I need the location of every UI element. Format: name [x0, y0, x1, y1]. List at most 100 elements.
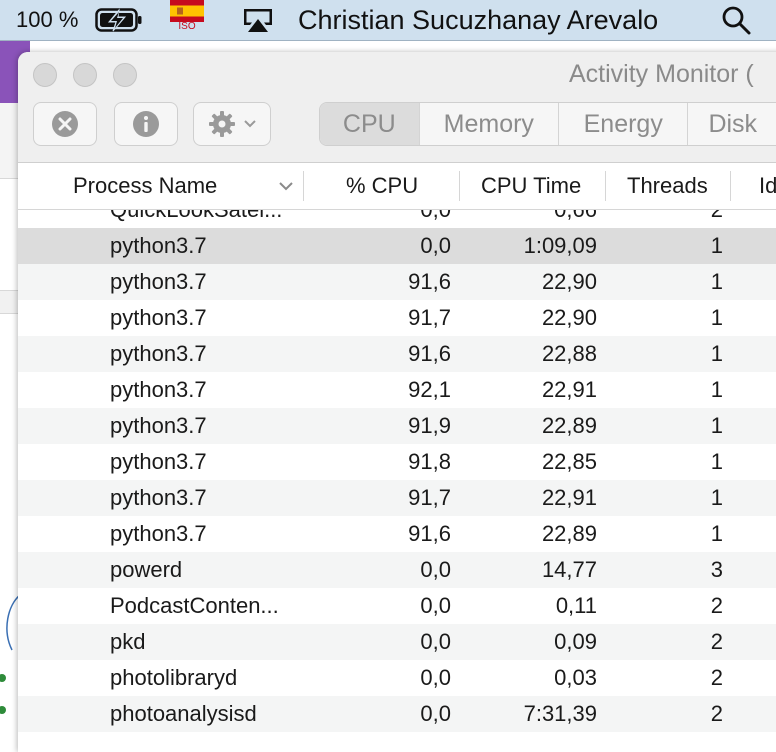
cpu-time-cell: 0,66 — [554, 210, 597, 228]
action-menu-button[interactable] — [193, 102, 271, 146]
table-row[interactable]: python3.7 91,7 22,90 1 — [18, 300, 776, 336]
process-table: QuickLookSatel... 0,0 0,66 2 python3.7 0… — [18, 210, 776, 752]
cpu-time-cell: 22,91 — [541, 377, 597, 402]
stop-x-icon — [52, 111, 78, 137]
inspect-process-button[interactable] — [114, 102, 178, 146]
table-row[interactable]: python3.7 92,1 22,91 1 — [18, 372, 776, 408]
cpu-percent-cell: 0,0 — [420, 557, 451, 582]
column-divider[interactable] — [730, 171, 731, 201]
process-name-cell: pkd — [110, 629, 146, 654]
table-row[interactable]: powerd 0,0 14,77 3 — [18, 552, 776, 588]
process-name-cell: PodcastConten... — [110, 593, 279, 618]
column-header-process-name[interactable]: Process Name — [73, 163, 217, 209]
column-header-cpu[interactable]: % CPU — [346, 163, 418, 209]
column-header-cpu-time[interactable]: CPU Time — [481, 163, 581, 209]
process-name-cell: python3.7 — [110, 521, 207, 546]
table-row[interactable]: QuickLookSatel... 0,0 0,66 2 — [18, 210, 776, 228]
cpu-percent-cell: 91,6 — [408, 341, 451, 366]
cpu-percent-cell: 91,7 — [408, 305, 451, 330]
flag-label: ISO — [178, 21, 196, 32]
table-row[interactable]: python3.7 91,6 22,89 1 — [18, 516, 776, 552]
cpu-percent-cell: 91,8 — [408, 449, 451, 474]
threads-cell: 1 — [710, 521, 723, 546]
stop-process-button[interactable] — [33, 102, 97, 146]
cpu-time-cell: 14,77 — [541, 557, 597, 582]
process-name-cell: photoanalysisd — [110, 701, 257, 726]
column-divider[interactable] — [303, 171, 304, 201]
toolbar: Activity Monitor (CPU Memory Energy Dis… — [18, 52, 776, 163]
process-name-cell: python3.7 — [110, 341, 207, 366]
cpu-time-cell: 22,90 — [541, 305, 597, 330]
cpu-percent-cell: 91,6 — [408, 269, 451, 294]
cpu-time-cell: 22,90 — [541, 269, 597, 294]
cpu-percent-cell: 0,0 — [420, 701, 451, 726]
cpu-percent-cell: 0,0 — [420, 629, 451, 654]
table-row[interactable]: python3.7 91,8 22,85 1 — [18, 444, 776, 480]
table-row[interactable]: pkd 0,0 0,09 2 — [18, 624, 776, 660]
process-name-cell: python3.7 — [110, 305, 207, 330]
cpu-percent-cell: 92,1 — [408, 377, 451, 402]
sort-chevron-icon[interactable] — [278, 163, 294, 209]
window-close-button[interactable] — [33, 63, 57, 87]
threads-cell: 1 — [710, 233, 723, 258]
tab-cpu[interactable]: CPU — [320, 103, 420, 145]
threads-cell: 3 — [710, 557, 723, 582]
threads-cell: 1 — [710, 305, 723, 330]
process-name-cell: QuickLookSatel... — [110, 210, 282, 228]
menu-bar: 100 % ISO Christian Sucuzhanay Arevalo — [0, 0, 776, 41]
chevron-down-icon — [244, 120, 256, 128]
activity-monitor-window: Activity Monitor (CPU Memory Energy Dis… — [18, 52, 776, 752]
process-name-cell: python3.7 — [110, 449, 207, 474]
cpu-time-cell: 0,11 — [555, 593, 597, 618]
cpu-percent-cell: 91,7 — [408, 485, 451, 510]
threads-cell: 2 — [711, 210, 723, 228]
battery-charging-icon[interactable] — [95, 0, 143, 40]
cpu-time-cell: 22,85 — [541, 449, 597, 474]
process-name-cell: photolibraryd — [110, 665, 238, 690]
process-name-cell: python3.7 — [110, 233, 207, 258]
threads-cell: 1 — [710, 269, 723, 294]
spanish-flag-input-icon[interactable]: ISO — [170, 0, 204, 40]
gear-icon — [209, 111, 235, 137]
cpu-time-cell: 0,03 — [554, 665, 597, 690]
column-divider[interactable] — [459, 171, 460, 201]
table-row[interactable]: python3.7 91,9 22,89 1 — [18, 408, 776, 444]
table-row-selected[interactable]: python3.7 0,0 1:09,09 1 — [18, 228, 776, 264]
table-row[interactable]: photoanalysisd 0,0 7:31,39 2 — [18, 696, 776, 732]
process-name-cell: python3.7 — [110, 485, 207, 510]
process-name-cell: python3.7 — [110, 269, 207, 294]
cpu-percent-cell: 0,0 — [420, 593, 451, 618]
threads-cell: 2 — [710, 629, 723, 654]
cpu-percent-cell: 91,9 — [408, 413, 451, 438]
column-header-idle-wake-ups[interactable]: Id — [759, 163, 776, 209]
threads-cell: 1 — [710, 413, 723, 438]
table-header: Process Name % CPU CPU Time Threads Id — [18, 163, 776, 210]
window-minimize-button[interactable] — [73, 63, 97, 87]
cpu-time-cell: 0,09 — [554, 629, 597, 654]
cpu-time-cell: 22,89 — [541, 521, 597, 546]
view-tabs: CPU Memory Energy Disk — [319, 102, 776, 146]
airplay-icon[interactable] — [240, 0, 276, 40]
tab-energy[interactable]: Energy — [559, 103, 689, 145]
spotlight-search-icon[interactable] — [720, 0, 752, 40]
table-row[interactable]: python3.7 91,6 22,88 1 — [18, 336, 776, 372]
battery-percentage[interactable]: 100 % — [16, 0, 78, 40]
info-icon — [133, 111, 159, 137]
threads-cell: 2 — [710, 701, 723, 726]
window-zoom-button[interactable] — [113, 63, 137, 87]
cpu-time-cell: 22,88 — [541, 341, 597, 366]
tab-memory[interactable]: Memory — [420, 103, 559, 145]
table-row[interactable]: PodcastConten... 0,0 0,11 2 — [18, 588, 776, 624]
tab-disk[interactable]: Disk — [688, 103, 776, 145]
process-name-cell: python3.7 — [110, 413, 207, 438]
threads-cell: 1 — [710, 377, 723, 402]
table-row[interactable]: python3.7 91,7 22,91 1 — [18, 480, 776, 516]
cpu-time-cell: 7:31,39 — [523, 701, 597, 726]
threads-cell: 1 — [710, 449, 723, 474]
column-header-threads[interactable]: Threads — [627, 163, 708, 209]
process-name-cell: powerd — [110, 557, 183, 582]
table-row[interactable]: python3.7 91,6 22,90 1 — [18, 264, 776, 300]
user-name[interactable]: Christian Sucuzhanay Arevalo — [298, 0, 658, 40]
column-divider[interactable] — [605, 171, 606, 201]
table-row[interactable]: photolibraryd 0,0 0,03 2 — [18, 660, 776, 696]
